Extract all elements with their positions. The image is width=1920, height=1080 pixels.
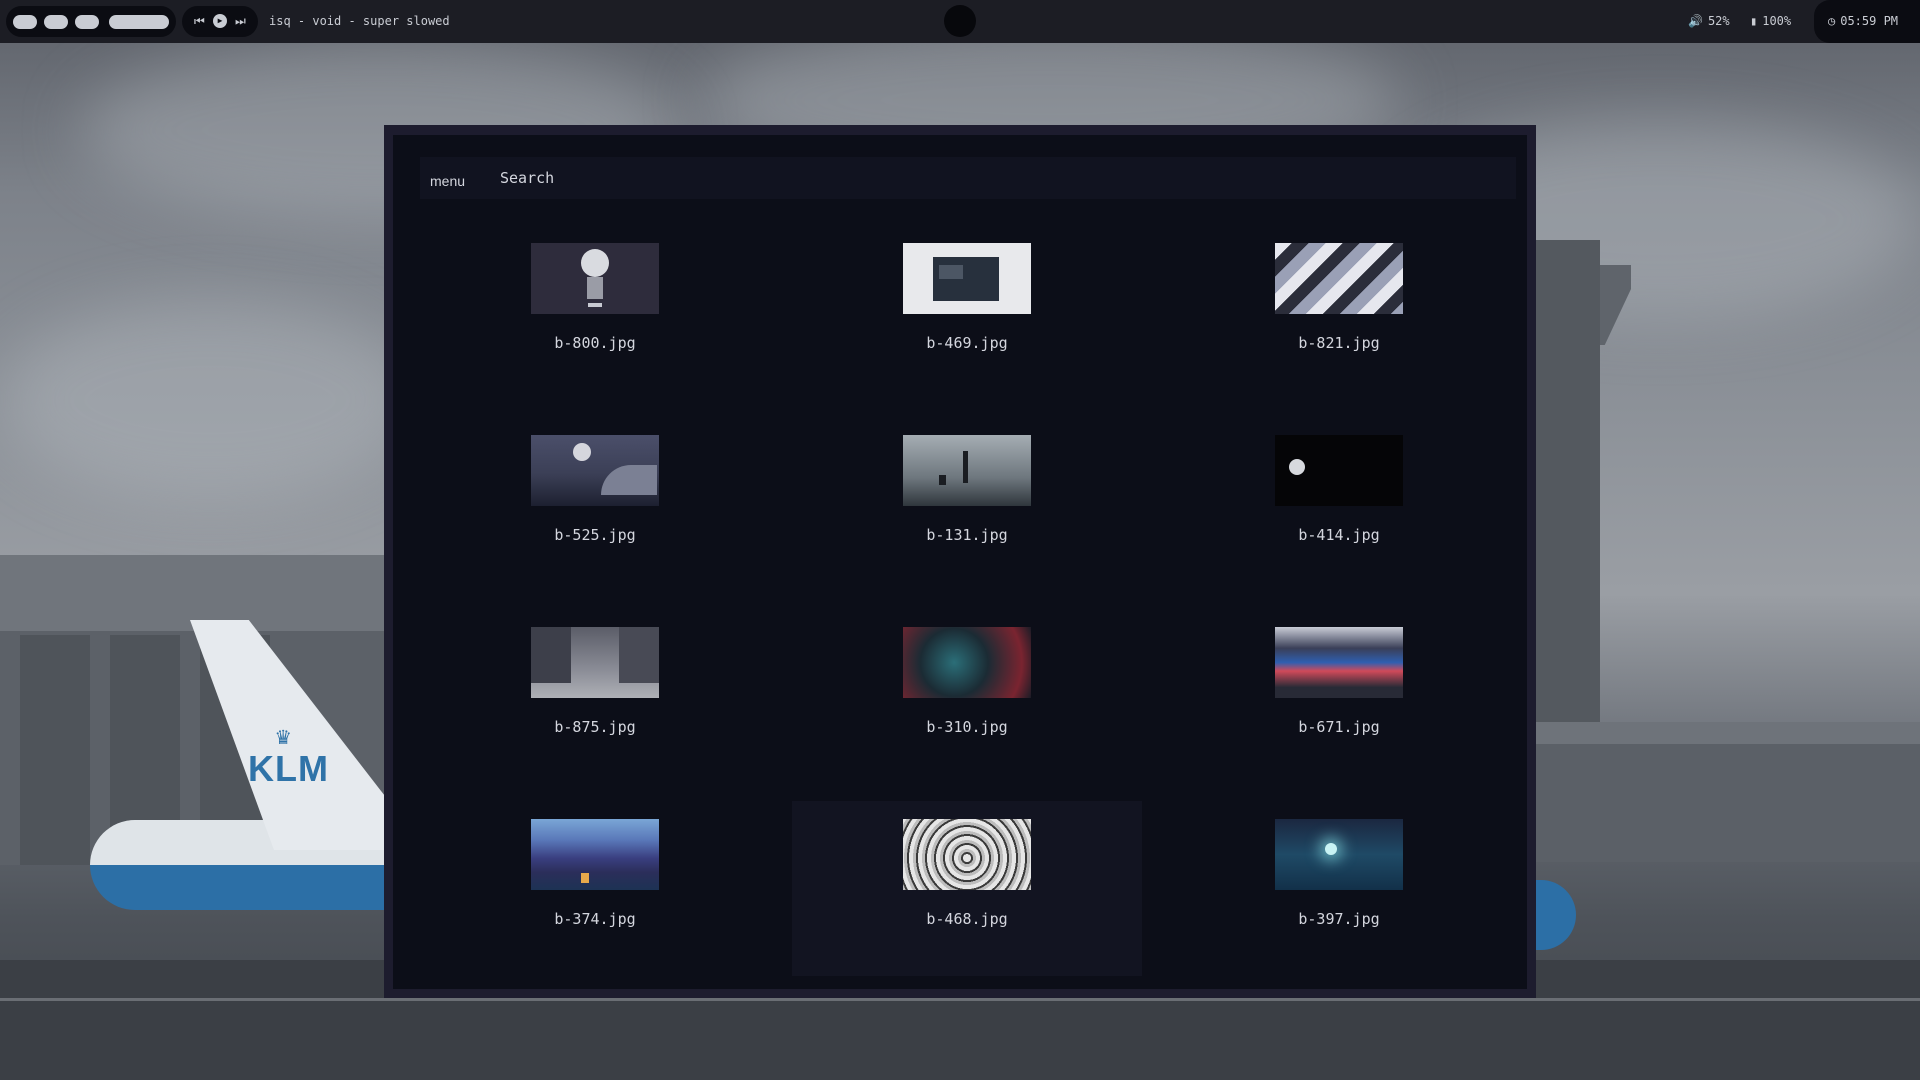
- wallpaper-thumbnail: [1275, 243, 1403, 314]
- wallpaper-item[interactable]: b-671.jpg: [1164, 609, 1514, 784]
- mode-label: menu: [430, 173, 466, 189]
- wallpaper-thumbnail: [1275, 435, 1403, 506]
- wallpaper-filename: b-397.jpg: [1298, 910, 1380, 928]
- wallpaper-item[interactable]: b-800.jpg: [420, 225, 770, 400]
- wallpaper-item[interactable]: b-821.jpg: [1164, 225, 1514, 400]
- wallpaper-thumbnail: [531, 819, 659, 890]
- wallpaper-item[interactable]: b-310.jpg: [792, 609, 1142, 784]
- wallpaper-item[interactable]: b-397.jpg: [1164, 801, 1514, 976]
- wallpaper-filename: b-875.jpg: [554, 718, 636, 736]
- hangar-right: [1536, 722, 1920, 862]
- wallpaper-filename: b-414.jpg: [1298, 526, 1380, 544]
- control-tower: [1536, 240, 1600, 730]
- wallpaper-thumbnail: [1275, 627, 1403, 698]
- volume-indicator[interactable]: 🔊 52%: [1688, 13, 1730, 29]
- wallpaper-item[interactable]: b-875.jpg: [420, 609, 770, 784]
- top-bar: ⏮ ▶ ⏭ isq - void - super slowed 🔊 52% ▮ 10…: [0, 0, 1920, 43]
- battery-text: 100%: [1762, 14, 1792, 28]
- workspace-switcher: [6, 6, 176, 37]
- wallpaper-item[interactable]: b-374.jpg: [420, 801, 770, 976]
- clock-pill: ◷ 05:59 PM: [1814, 0, 1920, 43]
- wallpaper-thumbnail: [903, 435, 1031, 506]
- now-playing-title: isq - void - super slowed: [269, 14, 450, 28]
- wallpaper-filename: b-468.jpg: [926, 910, 1008, 928]
- klm-logo: KLM: [248, 748, 329, 789]
- wallpaper-item[interactable]: b-468.jpg: [792, 801, 1142, 976]
- wallpaper-thumbnail: [1275, 819, 1403, 890]
- previous-track-icon[interactable]: ⏮: [194, 14, 205, 28]
- workspace-button-active[interactable]: [109, 15, 169, 29]
- clock-icon: ◷: [1828, 14, 1836, 28]
- play-icon[interactable]: ▶: [213, 14, 227, 28]
- clock[interactable]: ◷ 05:59 PM: [1828, 13, 1898, 29]
- wallpaper-thumbnail: [903, 819, 1031, 890]
- wallpaper-thumbnail: [903, 243, 1031, 314]
- wallpaper-thumbnail: [531, 435, 659, 506]
- wallpaper-filename: b-800.jpg: [554, 334, 636, 352]
- wallpaper-thumbnail: [903, 627, 1031, 698]
- wallpaper-item[interactable]: b-414.jpg: [1164, 417, 1514, 592]
- wallpaper-item[interactable]: b-131.jpg: [792, 417, 1142, 592]
- launcher-dot-button[interactable]: [944, 5, 976, 37]
- volume-text: 52%: [1707, 14, 1730, 28]
- wallpaper-filename: b-131.jpg: [926, 526, 1008, 544]
- crown-logo-icon: ♛: [276, 722, 291, 750]
- speaker-icon: 🔊: [1688, 14, 1703, 28]
- wallpaper-filename: b-671.jpg: [1298, 718, 1380, 736]
- workspace-button[interactable]: [75, 15, 99, 29]
- clock-text: 05:59 PM: [1840, 14, 1899, 28]
- wallpaper-thumbnail: [531, 243, 659, 314]
- wallpaper-picker-window: menu b-800.jpg b-469.jpg b-821.jpg b-525.jp…: [384, 125, 1536, 998]
- next-track-icon[interactable]: ⏭: [235, 14, 246, 28]
- wallpaper-item[interactable]: b-525.jpg: [420, 417, 770, 592]
- wallpaper-filename: b-821.jpg: [1298, 334, 1380, 352]
- media-controls: ⏮ ▶ ⏭: [182, 6, 258, 37]
- search-bar: menu: [420, 157, 1516, 199]
- battery-indicator: ▮ 100%: [1750, 13, 1791, 29]
- airplane-nose: [1536, 880, 1576, 950]
- wallpaper-filename: b-374.jpg: [554, 910, 636, 928]
- wallpaper-item[interactable]: b-469.jpg: [792, 225, 1142, 400]
- battery-icon: ▮: [1750, 14, 1758, 28]
- wallpaper-thumbnail: [531, 627, 659, 698]
- wallpaper-filename: b-469.jpg: [926, 334, 1008, 352]
- wallpaper-filename: b-525.jpg: [554, 526, 636, 544]
- workspace-button[interactable]: [13, 15, 37, 29]
- search-input[interactable]: [500, 168, 1400, 188]
- wallpaper-filename: b-310.jpg: [926, 718, 1008, 736]
- workspace-button[interactable]: [44, 15, 68, 29]
